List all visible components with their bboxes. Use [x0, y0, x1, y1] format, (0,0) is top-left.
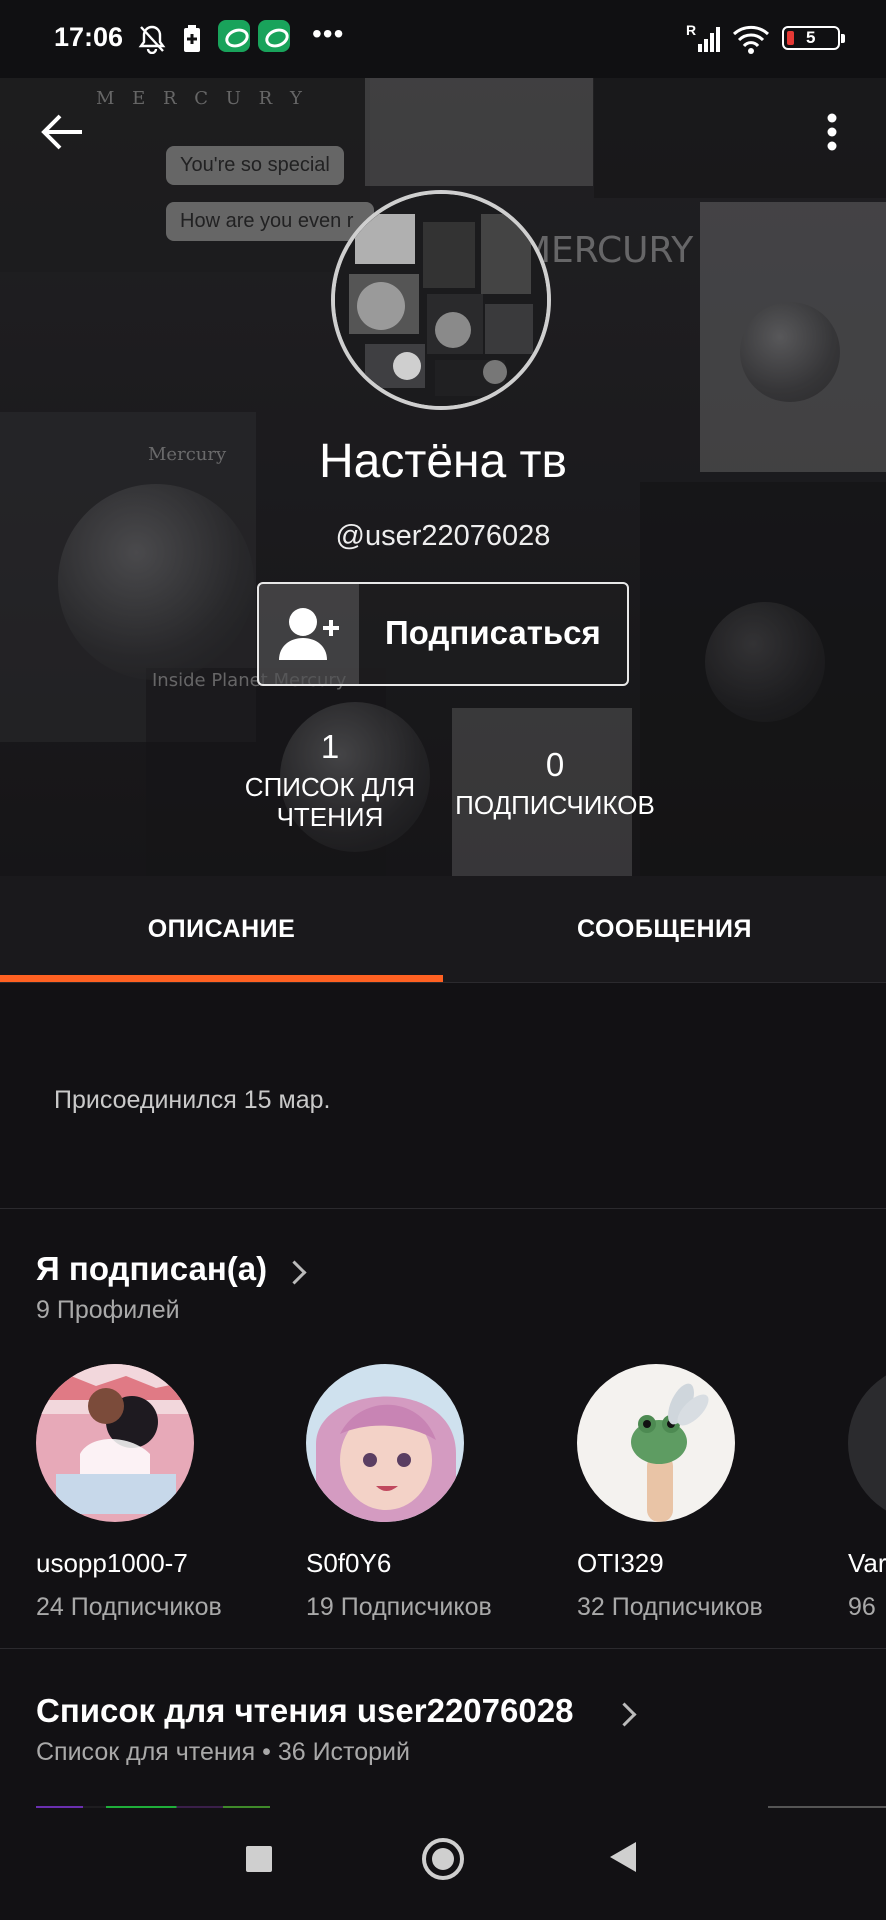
stat-reading-lists[interactable]: 1 СПИСОК ДЛЯ ЧТЕНИЯ: [230, 728, 430, 832]
profile-tabs: ОПИСАНИЕ СООБЩЕНИЯ: [0, 876, 886, 982]
tab-about[interactable]: ОПИСАНИЕ: [0, 876, 443, 982]
profile-avatar-image: [848, 1364, 886, 1522]
profile-followers: 32 Подписчиков: [577, 1593, 763, 1621]
stat-value: 0: [545, 746, 565, 783]
followed-profile[interactable]: Var 96: [848, 1364, 886, 1622]
reading-list-subtitle: Список для чтения • 36 Историй: [36, 1738, 410, 1766]
status-time: 17:06: [54, 22, 124, 52]
profile-avatar-image: [577, 1364, 735, 1522]
battery-level: 5: [806, 28, 816, 47]
follow-button-label: Подписаться: [385, 614, 601, 651]
chevron-right-icon[interactable]: [282, 1260, 307, 1285]
follow-icon-box: [259, 584, 359, 684]
system-navigation-bar: [0, 1808, 886, 1920]
back-arrow-icon[interactable]: [34, 102, 94, 162]
add-person-icon: [279, 608, 339, 660]
profile-name: Var: [848, 1548, 886, 1578]
more-notifications-icon: •••: [312, 18, 345, 49]
stat-value: 1: [320, 728, 340, 765]
profile-display-name: Настёна тв: [318, 435, 568, 488]
profile-header: M E R C U R Y MERCURY Mercury Inside Pla…: [0, 62, 886, 876]
profile-followers: 19 Подписчиков: [306, 1593, 492, 1621]
following-title[interactable]: Я подписан(а): [36, 1250, 267, 1288]
followed-profile[interactable]: usopp1000-7 24 Подписчиков: [36, 1364, 276, 1622]
chevron-right-icon[interactable]: [612, 1702, 637, 1727]
profile-username: @user22076028: [335, 520, 551, 552]
divider: [0, 982, 886, 983]
divider: [0, 1208, 886, 1209]
recent-apps-icon[interactable]: [246, 1846, 272, 1872]
battery-saver-icon: [184, 25, 200, 52]
profile-followers: 24 Подписчиков: [36, 1593, 222, 1621]
following-count: 9 Профилей: [36, 1296, 180, 1324]
followed-profile[interactable]: OTI329 32 Подписчиков: [577, 1364, 817, 1622]
signal-icon: [698, 27, 720, 52]
profile-name: S0f0Y6: [306, 1548, 392, 1578]
app-notification-icon: [218, 20, 250, 52]
stat-label: СПИСОК ДЛЯ ЧТЕНИЯ: [244, 772, 416, 832]
stat-label: ПОДПИСЧИКОВ: [455, 790, 655, 820]
profile-avatar-image: [306, 1364, 464, 1522]
profile-name: usopp1000-7: [36, 1548, 188, 1578]
reading-list-title[interactable]: Список для чтения user22076028: [36, 1692, 573, 1730]
stat-followers[interactable]: 0 ПОДПИСЧИКОВ: [440, 746, 670, 820]
follow-button[interactable]: Подписаться: [257, 582, 629, 686]
active-tab-indicator: [0, 975, 443, 982]
app-notification-icon: [258, 20, 290, 52]
more-menu-icon[interactable]: [812, 102, 852, 162]
profile-avatar[interactable]: [331, 190, 551, 410]
home-icon[interactable]: [422, 1838, 464, 1880]
divider: [0, 1648, 886, 1649]
profile-avatar-image: [36, 1364, 194, 1522]
tab-messages[interactable]: СООБЩЕНИЯ: [443, 876, 886, 982]
status-bar: 17:06 ••• R 5: [0, 0, 886, 78]
back-triangle-icon[interactable]: [610, 1842, 636, 1872]
battery-icon: 5: [782, 26, 845, 50]
profile-name: OTI329: [577, 1548, 664, 1578]
joined-date: Присоединился 15 мар.: [54, 1086, 331, 1114]
profile-followers: 96: [848, 1593, 876, 1621]
avatar-image: [335, 194, 547, 406]
followed-profile[interactable]: S0f0Y6 19 Подписчиков: [306, 1364, 546, 1622]
notifications-off-icon: [138, 25, 166, 54]
wifi-icon: [732, 25, 770, 54]
